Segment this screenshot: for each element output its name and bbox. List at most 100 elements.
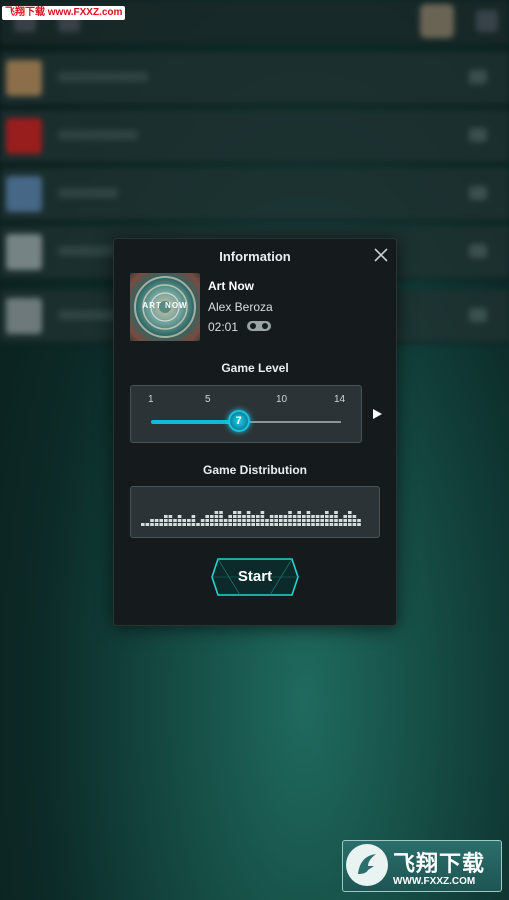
album-cover: ART NOW xyxy=(130,273,200,341)
game-distribution-label: Game Distribution xyxy=(202,463,307,477)
distribution-block xyxy=(279,519,283,522)
distribution-block xyxy=(279,523,283,526)
distribution-block xyxy=(228,519,232,522)
distribution-block xyxy=(315,519,320,522)
background-action-icon xyxy=(469,244,487,258)
distribution-block xyxy=(274,523,278,526)
distribution-block xyxy=(334,519,338,522)
background-thumb xyxy=(6,60,42,96)
background-thumb xyxy=(6,118,42,154)
watermark-top: 飞翔下载 www.FXXZ.com xyxy=(2,6,126,20)
distribution-block xyxy=(219,519,223,522)
distribution-block xyxy=(251,519,255,522)
distribution-block xyxy=(260,523,265,526)
distribution-block xyxy=(320,515,324,518)
distribution-block xyxy=(315,523,320,526)
tick-label: 5 xyxy=(205,394,211,405)
distribution-block xyxy=(260,519,265,522)
background-action-icon xyxy=(469,186,487,200)
distribution-block xyxy=(246,515,251,518)
song-title: Art Now xyxy=(208,279,254,293)
distribution-block xyxy=(164,515,168,518)
distribution-block xyxy=(306,511,311,514)
distribution-block xyxy=(283,519,288,522)
background-text xyxy=(58,130,138,140)
distribution-block xyxy=(242,523,246,526)
distribution-block xyxy=(320,523,324,526)
distribution-block xyxy=(246,511,251,514)
distribution-block xyxy=(214,515,219,518)
start-button[interactable]: Start xyxy=(210,557,300,597)
distribution-block xyxy=(348,511,352,514)
background-row xyxy=(0,110,509,164)
distribution-block xyxy=(343,523,347,526)
distribution-block xyxy=(283,523,288,526)
dialog-title: Information xyxy=(219,249,291,264)
close-icon[interactable] xyxy=(371,245,391,265)
distribution-block xyxy=(168,515,173,518)
distribution-block xyxy=(352,519,357,522)
distribution-block xyxy=(141,523,145,526)
background-avatar xyxy=(420,4,454,38)
watermark-name: 飞翔下载 xyxy=(393,851,486,876)
distribution-block xyxy=(200,519,205,522)
background-row xyxy=(0,168,509,222)
distribution-block xyxy=(187,523,191,526)
distribution-block xyxy=(302,515,306,518)
distribution-block xyxy=(154,523,159,526)
distribution-block xyxy=(210,515,214,518)
tick-label: 1 xyxy=(148,394,154,405)
distribution-block xyxy=(297,511,301,514)
distribution-block xyxy=(352,515,357,518)
distribution-block xyxy=(306,519,311,522)
distribution-block xyxy=(334,515,338,518)
distribution-block xyxy=(251,523,255,526)
distribution-block xyxy=(283,515,288,518)
distribution-chart xyxy=(141,511,361,526)
distribution-block xyxy=(191,515,196,518)
distribution-block xyxy=(237,515,242,518)
distribution-block xyxy=(334,511,338,514)
distribution-block xyxy=(265,523,269,526)
distribution-block xyxy=(251,515,255,518)
game-level-slider[interactable]: 1 5 10 14 7 xyxy=(130,385,362,443)
play-icon[interactable] xyxy=(370,407,384,421)
distribution-block xyxy=(320,519,324,522)
background-text xyxy=(58,188,118,198)
slider-thumb[interactable]: 7 xyxy=(227,410,250,432)
background-action-icon xyxy=(469,128,487,142)
slider-fill xyxy=(151,420,239,424)
distribution-block xyxy=(352,523,357,526)
distribution-block xyxy=(205,523,209,526)
distribution-block xyxy=(325,511,329,514)
distribution-block xyxy=(292,515,297,518)
song-duration: 02:01 xyxy=(208,320,239,334)
distribution-block xyxy=(228,515,232,518)
cover-text: ART NOW xyxy=(142,301,188,310)
distribution-block xyxy=(187,519,191,522)
distribution-block xyxy=(233,523,237,526)
gamepad-icon xyxy=(247,321,271,331)
watermark-url: WWW.FXXZ.COM xyxy=(393,876,476,887)
distribution-block xyxy=(288,523,292,526)
distribution-block xyxy=(306,523,311,526)
distribution-block xyxy=(191,523,196,526)
distribution-block xyxy=(329,519,334,522)
distribution-block xyxy=(237,519,242,522)
distribution-block xyxy=(214,523,219,526)
distribution-block xyxy=(260,515,265,518)
distribution-block xyxy=(288,519,292,522)
background-close-icon xyxy=(476,10,498,32)
distribution-block xyxy=(173,519,177,522)
distribution-block xyxy=(246,519,251,522)
distribution-block xyxy=(159,519,163,522)
distribution-block xyxy=(168,523,173,526)
game-level-label: Game Level xyxy=(221,361,289,375)
distribution-block xyxy=(256,523,260,526)
distribution-block xyxy=(159,523,163,526)
distribution-block xyxy=(357,523,361,526)
distribution-block xyxy=(279,515,283,518)
background-thumb xyxy=(6,176,42,212)
distribution-block xyxy=(196,523,200,526)
distribution-block xyxy=(348,515,352,518)
